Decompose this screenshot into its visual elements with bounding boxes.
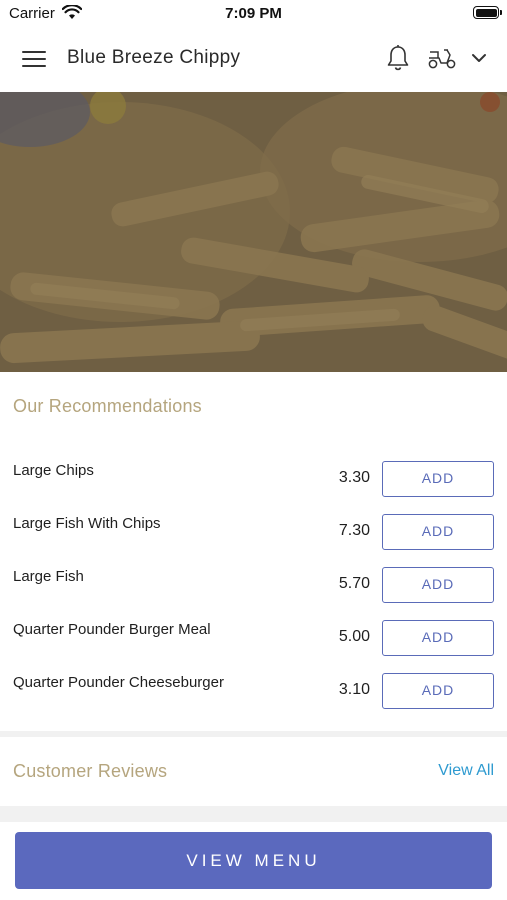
item-price: 3.10 bbox=[338, 681, 370, 698]
hero-image bbox=[0, 92, 507, 372]
section-divider bbox=[0, 806, 507, 822]
view-all-link[interactable]: View All bbox=[438, 762, 494, 780]
add-button[interactable]: ADD bbox=[382, 461, 494, 497]
menu-icon[interactable] bbox=[22, 51, 46, 69]
add-button[interactable]: ADD bbox=[382, 673, 494, 709]
item-name: Quarter Pounder Burger Meal bbox=[13, 621, 211, 638]
status-bar: Carrier 7:09 PM bbox=[0, 0, 507, 28]
list-item: Large Fish With Chips 7.30 ADD bbox=[0, 508, 507, 561]
item-price: 3.30 bbox=[338, 469, 370, 486]
list-item: Quarter Pounder Burger Meal 5.00 ADD bbox=[0, 614, 507, 667]
item-name: Large Chips bbox=[13, 462, 94, 479]
reviews-title: Customer Reviews bbox=[13, 761, 168, 781]
fish-and-chips-photo bbox=[0, 92, 507, 372]
recommendations-title: Our Recommendations bbox=[13, 396, 202, 416]
add-button[interactable]: ADD bbox=[382, 514, 494, 550]
chevron-down-icon[interactable] bbox=[470, 49, 488, 67]
item-price: 5.70 bbox=[338, 575, 370, 592]
item-price: 7.30 bbox=[338, 522, 370, 539]
bell-icon[interactable] bbox=[385, 44, 411, 72]
item-price: 5.00 bbox=[338, 628, 370, 645]
battery-icon bbox=[473, 6, 502, 19]
list-item: Large Chips 3.30 ADD bbox=[0, 455, 507, 508]
app-header: Blue Breeze Chippy bbox=[0, 28, 507, 92]
add-button[interactable]: ADD bbox=[382, 567, 494, 603]
item-name: Large Fish With Chips bbox=[13, 515, 161, 532]
add-button[interactable]: ADD bbox=[382, 620, 494, 656]
clock: 7:09 PM bbox=[225, 5, 282, 22]
scooter-icon[interactable] bbox=[427, 46, 457, 70]
item-name: Large Fish bbox=[13, 568, 84, 585]
list-item: Large Fish 5.70 ADD bbox=[0, 561, 507, 614]
recommendations-list: Large Chips 3.30 ADD Large Fish With Chi… bbox=[0, 455, 507, 720]
list-item: Quarter Pounder Cheeseburger 3.10 ADD bbox=[0, 667, 507, 720]
page-title: Blue Breeze Chippy bbox=[67, 47, 241, 68]
item-name: Quarter Pounder Cheeseburger bbox=[13, 674, 224, 691]
section-divider bbox=[0, 731, 507, 737]
view-menu-button[interactable]: VIEW MENU bbox=[15, 832, 492, 889]
